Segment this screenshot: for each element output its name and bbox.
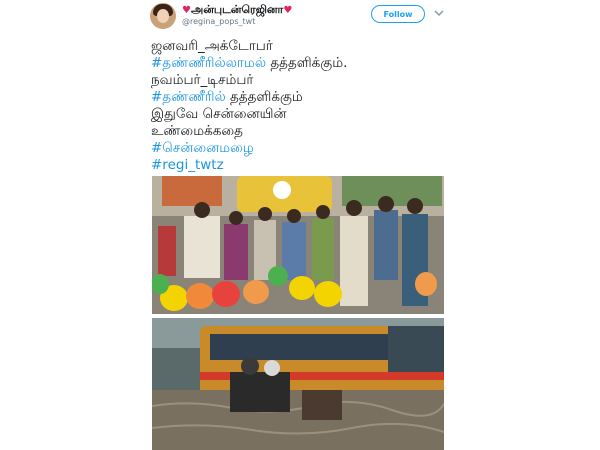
photo-divider — [152, 314, 444, 318]
follow-button[interactable]: Follow — [371, 5, 425, 23]
tweet-line: இதுவே சென்னையின் — [151, 106, 287, 122]
hashtag-link[interactable]: #சென்னைமழை — [151, 140, 254, 156]
author-name[interactable]: ♥அன்புடன்ரெஜினா♥ — [182, 3, 292, 18]
photo-collage — [152, 176, 444, 450]
tweet-line: ஜனவரி_அக்டோபர் — [151, 38, 273, 54]
hashtag-link[interactable]: #தண்ணீரில் — [151, 89, 226, 105]
tweet-line: #தண்ணீரில்லாமல் தத்தளிக்கும். — [151, 55, 348, 71]
heart-icon: ♥ — [182, 5, 191, 16]
tweet-card: ♥அன்புடன்ரெஜினா♥ @regina_pops_twt Follow… — [0, 0, 600, 450]
tweet-line: உண்மைக்கதை — [151, 123, 243, 139]
author-handle[interactable]: @regina_pops_twt — [182, 17, 255, 26]
hashtag-link[interactable]: #regi_twtz — [151, 157, 224, 173]
tweet-line: #regi_twtz — [151, 157, 451, 174]
display-name: அன்புடன்ரெஜினா — [190, 3, 284, 16]
hashtag-link[interactable]: #தண்ணீரில்லாமல் — [151, 55, 266, 71]
tweet-photo[interactable] — [152, 176, 444, 450]
avatar[interactable] — [150, 3, 176, 29]
heart-icon: ♥ — [283, 5, 293, 16]
tweet-line: #தண்ணீரில் தத்தளிக்கும் — [151, 89, 303, 105]
avatar-face — [157, 9, 169, 23]
flood-photo — [152, 318, 444, 450]
tweet-line: நவம்பர்_டிசம்பர் — [151, 72, 254, 88]
chevron-down-icon[interactable] — [434, 8, 444, 18]
tweet-text: ஜனவரி_அக்டோபர் #தண்ணீரில்லாமல் தத்தளிக்க… — [151, 38, 451, 174]
water-queue-photo — [152, 176, 444, 314]
tweet-line: #சென்னைமழை — [151, 140, 451, 157]
